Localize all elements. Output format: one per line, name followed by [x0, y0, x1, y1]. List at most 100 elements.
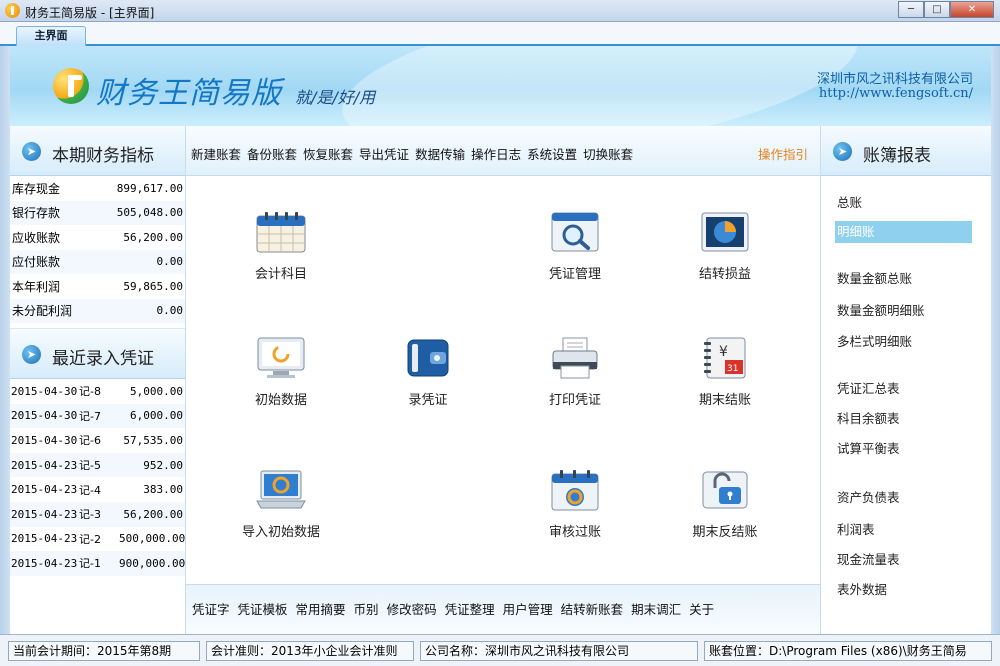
voucher-row[interactable]: 2015-04-23 记-3 56,200.00	[10, 501, 185, 527]
bottom-change-password[interactable]: 修改密码	[387, 599, 437, 618]
tile-import-initial-data[interactable]: 导入初始数据	[226, 468, 336, 540]
reports-title: 账簿报表	[863, 146, 931, 166]
report-general-ledger[interactable]: 总账	[837, 192, 862, 211]
report-detail-ledger[interactable]: 明细账	[835, 221, 972, 243]
tile-enter-voucher[interactable]: 录凭证	[373, 336, 483, 408]
maximize-icon: □	[932, 4, 942, 15]
printer-icon	[552, 337, 598, 379]
calendar-sync-icon	[551, 470, 599, 511]
laptop-sync-icon	[256, 470, 306, 509]
metric-row: 库存现金 899,617.00	[10, 176, 185, 201]
vouchers-header: ➤ 最近录入凭证	[10, 329, 185, 379]
bottom-currency[interactable]: 币别	[354, 599, 379, 618]
banner: 财务王简易版 就/是/好/用 深圳市风之讯科技有限公司 http://www.f…	[10, 46, 991, 126]
arrow-right-icon: ➤	[833, 142, 852, 161]
voucher-date: 2015-04-23	[11, 556, 78, 570]
report-voucher-summary[interactable]: 凭证汇总表	[837, 378, 900, 397]
toolbar-backup-ledger[interactable]: 备份账套	[247, 144, 297, 163]
toolbar-switch-ledger[interactable]: 切换账套	[583, 144, 633, 163]
arrow-right-icon: ➤	[22, 142, 41, 161]
metric-value: 56,200.00	[123, 230, 183, 244]
tile-voucher-management[interactable]: 凭证管理	[520, 210, 630, 282]
voucher-row[interactable]: 2015-04-30 记-6 57,535.00	[10, 428, 185, 453]
unlock-icon	[702, 471, 748, 509]
maximize-button[interactable]: □	[924, 1, 950, 18]
report-qty-detail-ledger[interactable]: 数量金额明细账	[837, 300, 925, 319]
report-trial-balance[interactable]: 试算平衡表	[837, 438, 900, 457]
tile-accounts[interactable]: 会计科目	[226, 210, 336, 282]
tile-transfer-profit-loss[interactable]: 结转损益	[670, 210, 780, 282]
company-url[interactable]: http://www.fengsoft.cn/	[819, 86, 973, 101]
tile-label: 初始数据	[254, 393, 307, 408]
toolbar-operation-log[interactable]: 操作日志	[471, 144, 521, 163]
voucher-amount: 6,000.00	[130, 409, 183, 423]
toolbar-system-settings[interactable]: 系统设置	[527, 144, 577, 163]
report-income-statement[interactable]: 利润表	[837, 519, 875, 538]
main-area: 新建账套 备份账套 恢复账套 导出凭证 数据传输 操作日志 系统设置 切换账套 …	[185, 126, 821, 634]
report-cash-flow[interactable]: 现金流量表	[837, 549, 900, 568]
metric-label: 应付账款	[12, 255, 61, 270]
tab-main[interactable]: 主界面	[16, 26, 86, 46]
metric-label: 银行存款	[12, 206, 61, 221]
metric-row: 本年利润 59,865.00	[10, 274, 185, 299]
product-slogan: 就/是/好/用	[295, 88, 376, 107]
tile-label: 录凭证	[408, 393, 448, 408]
tile-reverse-close[interactable]: 期末反结账	[670, 468, 780, 540]
bottom-voucher-word[interactable]: 凭证字	[192, 599, 230, 618]
voucher-row[interactable]: 2015-04-23 记-5 952.00	[10, 452, 185, 478]
minimize-button[interactable]: ─	[898, 1, 924, 18]
close-button[interactable]: ✕	[950, 1, 994, 18]
voucher-row[interactable]: 2015-04-23 记-4 383.00	[10, 477, 185, 502]
voucher-row[interactable]: 2015-04-30 记-7 6,000.00	[10, 403, 185, 429]
voucher-date: 2015-04-30	[11, 384, 78, 398]
tile-initial-data[interactable]: 初始数据	[226, 336, 336, 408]
tile-print-voucher[interactable]: 打印凭证	[520, 336, 630, 408]
report-qty-general-ledger[interactable]: 数量金额总账	[837, 268, 912, 287]
voucher-no: 记-6	[79, 434, 101, 448]
toolbar-export-voucher[interactable]: 导出凭证	[359, 144, 409, 163]
voucher-date: 2015-04-30	[11, 433, 78, 447]
report-balance-sheet[interactable]: 资产负债表	[837, 487, 900, 506]
tile-label: 期末结账	[698, 393, 751, 408]
metric-value: 59,865.00	[123, 279, 183, 293]
magnifier-icon	[551, 212, 599, 252]
ledger-icon: ¥ 31	[704, 337, 746, 379]
bottom-user-management[interactable]: 用户管理	[503, 599, 553, 618]
report-off-balance[interactable]: 表外数据	[837, 579, 887, 598]
voucher-date: 2015-04-23	[11, 507, 78, 521]
window-title: 财务王简易版 - [主界面]	[25, 6, 155, 20]
voucher-amount: 900,000.00	[119, 556, 186, 570]
bottom-about[interactable]: 关于	[689, 599, 714, 618]
report-multi-column-ledger[interactable]: 多栏式明细账	[837, 331, 912, 350]
metric-label: 库存现金	[12, 181, 61, 196]
title-bar[interactable]: 财务王简易版 - [主界面] ─ □ ✕	[0, 0, 1000, 22]
toolbar-new-ledger[interactable]: 新建账套	[191, 144, 241, 163]
voucher-row[interactable]: 2015-04-30 记-8 5,000.00	[10, 379, 185, 404]
voucher-amount: 56,200.00	[123, 507, 183, 521]
close-icon: ✕	[967, 4, 977, 15]
voucher-row[interactable]: 2015-04-23 记-1 900,000.00	[10, 551, 185, 576]
window-controls: ─ □ ✕	[898, 1, 994, 18]
bottom-period-exchange[interactable]: 期末调汇	[631, 599, 681, 618]
voucher-row[interactable]: 2015-04-23 记-2 500,000.00	[10, 527, 185, 552]
operation-guide-link[interactable]: 操作指引	[758, 144, 808, 163]
calendar-icon	[256, 212, 306, 253]
tab-strip: 主界面	[0, 22, 1000, 46]
tile-review-post[interactable]: 审核过账	[520, 468, 630, 540]
metric-value: 899,617.00	[116, 181, 183, 195]
metric-value: 505,048.00	[116, 206, 183, 220]
toolbar-restore-ledger[interactable]: 恢复账套	[303, 144, 353, 163]
tile-label: 结转损益	[698, 267, 751, 282]
minimize-icon: ─	[907, 4, 915, 15]
bottom-voucher-arrange[interactable]: 凭证整理	[445, 599, 495, 618]
svg-text:31: 31	[727, 364, 738, 374]
toolbar-data-transfer[interactable]: 数据传输	[415, 144, 465, 163]
report-account-balance[interactable]: 科目余额表	[837, 408, 900, 427]
bottom-voucher-template[interactable]: 凭证模板	[238, 599, 288, 618]
bottom-carryover-new-ledger[interactable]: 结转新账套	[561, 599, 624, 618]
voucher-date: 2015-04-23	[11, 458, 78, 472]
voucher-amount: 383.00	[143, 483, 183, 497]
bottom-common-summary[interactable]: 常用摘要	[296, 599, 346, 618]
metric-value: 0.00	[156, 255, 184, 269]
tile-period-close[interactable]: ¥ 31 期末结账	[670, 336, 780, 408]
